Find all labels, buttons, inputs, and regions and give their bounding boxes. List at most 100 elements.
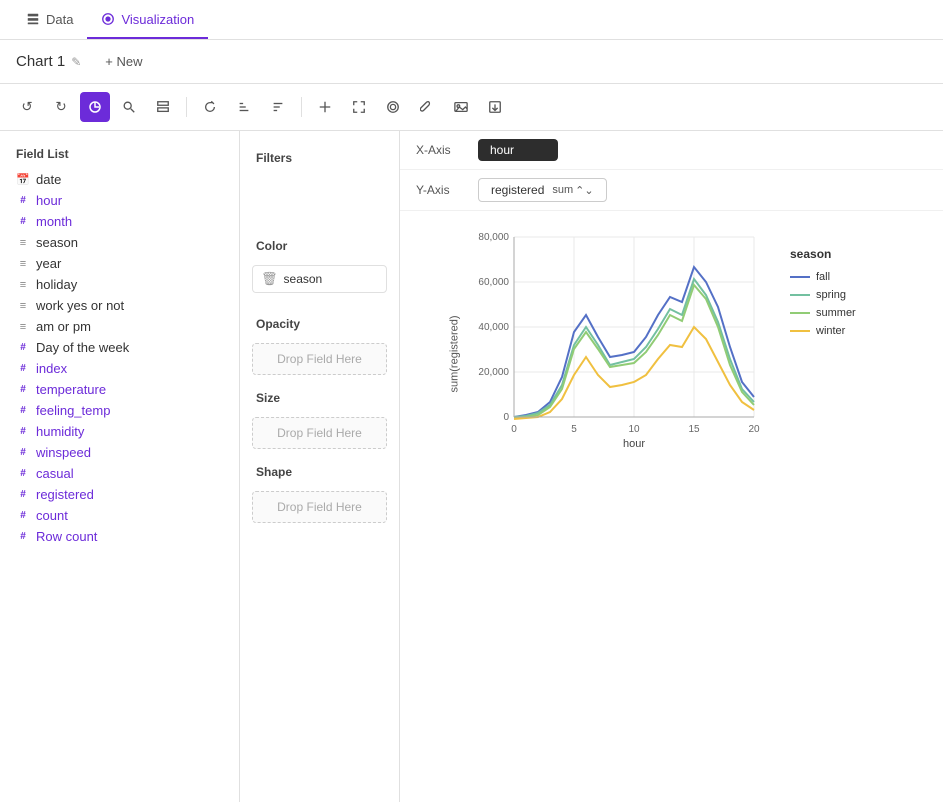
chart-header: Chart 1 ✎ + New — [0, 40, 943, 84]
field-rowcount-label: Row count — [36, 529, 97, 544]
svg-text:20: 20 — [748, 424, 760, 435]
chart-legend: season fall spring summer — [790, 227, 856, 480]
redo-button[interactable]: ↻ — [46, 92, 76, 122]
field-year[interactable]: ≡ year — [0, 253, 239, 274]
legend-summer: summer — [790, 307, 856, 319]
field-season[interactable]: ≡ season — [0, 232, 239, 253]
field-temperature[interactable]: # temperature — [0, 379, 239, 400]
main-content: Field List 📅 date # hour # month ≡ seaso… — [0, 131, 943, 802]
field-casual-label: casual — [36, 466, 74, 481]
field-dayofweek-label: Day of the week — [36, 340, 129, 355]
field-winspeed-label: winspeed — [36, 445, 91, 460]
dayofweek-type-icon: # — [16, 342, 30, 353]
svg-text:40,000: 40,000 — [478, 322, 509, 333]
image-button[interactable] — [446, 92, 476, 122]
legend-spring-label: spring — [816, 289, 846, 301]
chart-svg-wrapper: sum(registered) — [424, 227, 774, 480]
trash-icon[interactable]: 🗑 — [261, 271, 278, 287]
svg-text:0: 0 — [511, 424, 517, 435]
holiday-type-icon: ≡ — [16, 279, 30, 291]
export-button[interactable] — [480, 92, 510, 122]
hour-type-icon: # — [16, 195, 30, 206]
new-button[interactable]: + New — [97, 50, 150, 73]
field-year-label: year — [36, 256, 61, 271]
field-list-title: Field List — [0, 143, 239, 169]
field-dayofweek[interactable]: # Day of the week — [0, 337, 239, 358]
wrench-icon — [420, 100, 434, 114]
tab-data[interactable]: Data — [12, 2, 87, 39]
index-type-icon: # — [16, 363, 30, 374]
color-field-label: season — [284, 272, 323, 286]
field-date[interactable]: 📅 date — [0, 169, 239, 190]
field-humidity[interactable]: # humidity — [0, 421, 239, 442]
color-field-item[interactable]: 🗑 season — [252, 265, 387, 293]
field-month[interactable]: # month — [0, 211, 239, 232]
search-icon — [122, 100, 136, 114]
field-work[interactable]: ≡ work yes or not — [0, 295, 239, 316]
tab-visualization[interactable]: Visualization — [87, 2, 208, 39]
legend-fall-line — [790, 276, 810, 278]
field-registered-label: registered — [36, 487, 94, 502]
size-drop-zone[interactable]: Drop Field Here — [252, 417, 387, 449]
interact-icon — [386, 100, 400, 114]
interact-button[interactable] — [378, 92, 408, 122]
field-feeling-temp[interactable]: # feeling_temp — [0, 400, 239, 421]
field-list-panel: Field List 📅 date # hour # month ≡ seaso… — [0, 131, 240, 802]
field-count[interactable]: # count — [0, 505, 239, 526]
shape-drop-zone[interactable]: Drop Field Here — [252, 491, 387, 523]
svg-text:80,000: 80,000 — [478, 232, 509, 243]
export-icon — [488, 100, 502, 114]
sort-asc-button[interactable] — [229, 92, 259, 122]
y-axis-field: registered — [491, 183, 544, 197]
field-month-label: month — [36, 214, 72, 229]
refresh-icon — [203, 100, 217, 114]
field-winspeed[interactable]: # winspeed — [0, 442, 239, 463]
sort-asc-icon — [237, 100, 251, 114]
toolbar-sep-1 — [186, 97, 187, 117]
field-ampm[interactable]: ≡ am or pm — [0, 316, 239, 337]
y-axis-chart-label: sum(registered) — [449, 315, 461, 392]
field-temperature-label: temperature — [36, 382, 106, 397]
field-rowcount[interactable]: # Row count — [0, 526, 239, 547]
color-title: Color — [240, 231, 399, 259]
legend-winter-label: winter — [816, 325, 845, 337]
size-title: Size — [240, 383, 399, 411]
field-hour[interactable]: # hour — [0, 190, 239, 211]
svg-text:60,000: 60,000 — [478, 277, 509, 288]
toolbar-sep-2 — [301, 97, 302, 117]
search-button[interactable] — [114, 92, 144, 122]
svg-text:5: 5 — [571, 424, 577, 435]
field-index[interactable]: # index — [0, 358, 239, 379]
arrange-icon — [318, 100, 332, 114]
layers-button[interactable] — [148, 92, 178, 122]
visualization-icon — [101, 12, 115, 26]
wrench-button[interactable] — [412, 92, 442, 122]
chart-type-button[interactable] — [80, 92, 110, 122]
arrange-button[interactable] — [310, 92, 340, 122]
opacity-drop-zone[interactable]: Drop Field Here — [252, 343, 387, 375]
chart-type-icon — [87, 99, 103, 115]
refresh-button[interactable] — [195, 92, 225, 122]
legend-spring: spring — [790, 289, 856, 301]
field-holiday[interactable]: ≡ holiday — [0, 274, 239, 295]
sort-desc-button[interactable] — [263, 92, 293, 122]
field-index-label: index — [36, 361, 67, 376]
casual-type-icon: # — [16, 468, 30, 479]
svg-text:20,000: 20,000 — [478, 367, 509, 378]
chart-area: sum(registered) — [400, 211, 943, 802]
fullscreen-icon — [352, 100, 366, 114]
fullscreen-button[interactable] — [344, 92, 374, 122]
winspeed-type-icon: # — [16, 447, 30, 458]
undo-button[interactable]: ↺ — [12, 92, 42, 122]
field-registered[interactable]: # registered — [0, 484, 239, 505]
legend-fall: fall — [790, 271, 856, 283]
edit-title-icon[interactable]: ✎ — [71, 55, 81, 69]
field-casual[interactable]: # casual — [0, 463, 239, 484]
temp-type-icon: # — [16, 384, 30, 395]
legend-summer-line — [790, 312, 810, 314]
y-axis-agg: sum ⌃⌄ — [552, 184, 593, 197]
x-axis-chip[interactable]: hour — [478, 139, 558, 161]
y-axis-chip[interactable]: registered sum ⌃⌄ — [478, 178, 607, 202]
filters-title: Filters — [240, 143, 399, 171]
x-axis-label: X-Axis — [416, 143, 466, 157]
